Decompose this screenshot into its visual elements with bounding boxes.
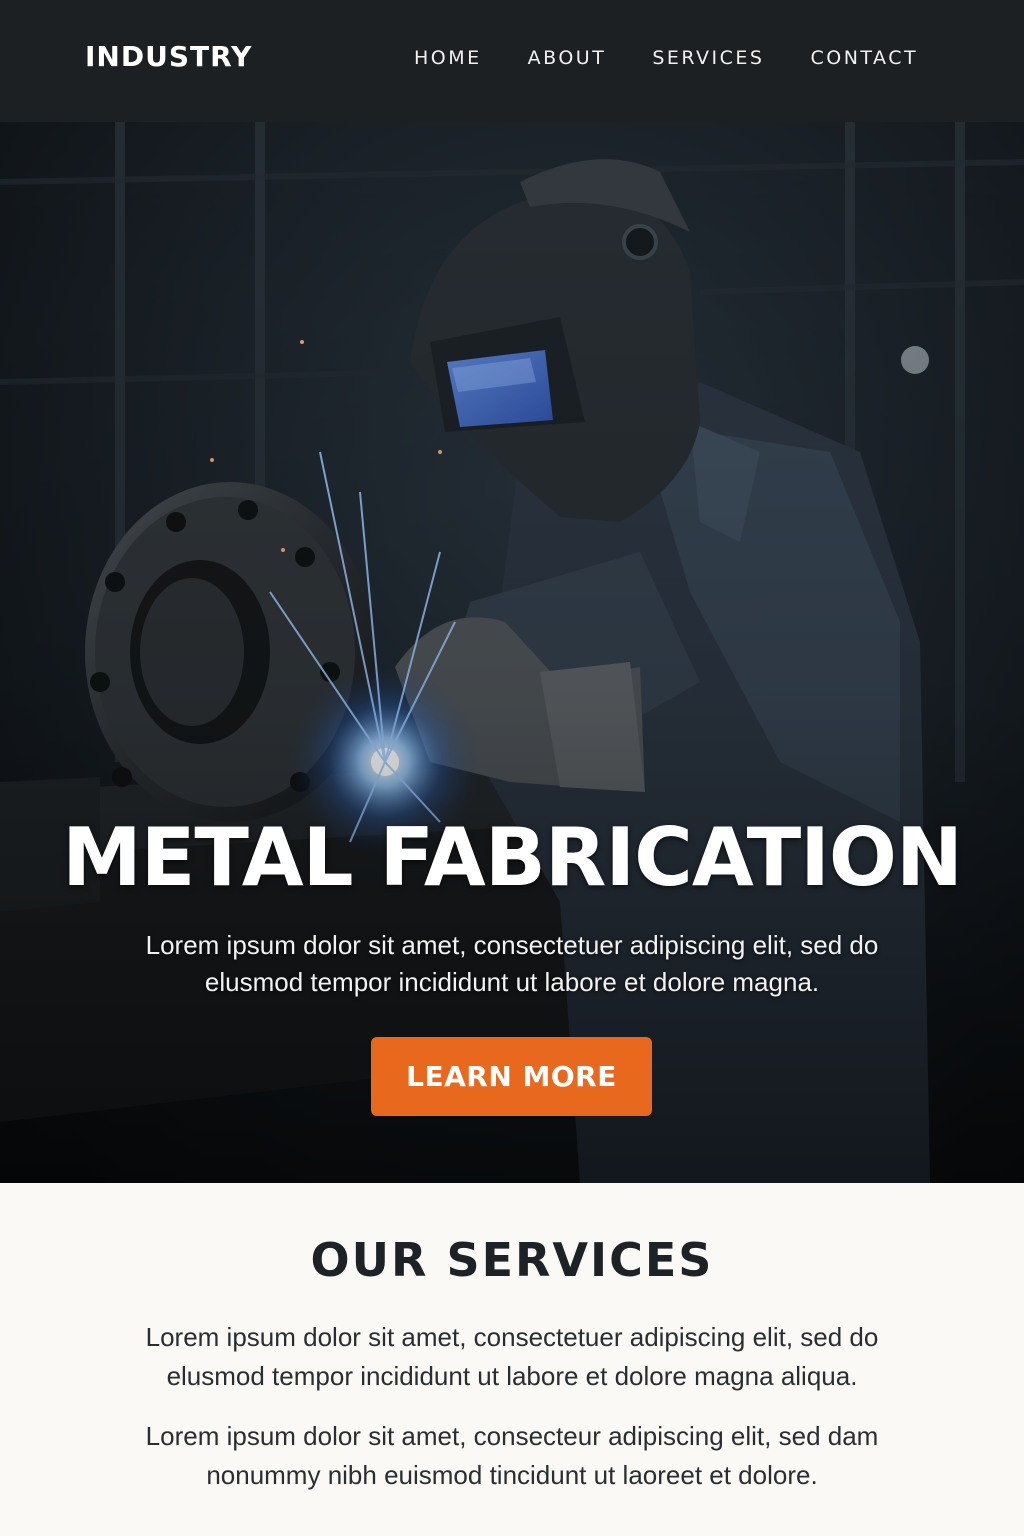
hero-welder-image [0, 122, 1024, 1183]
nav-contact-link[interactable]: CONTACT [810, 47, 918, 69]
services-title: OUR SERVICES [310, 1233, 714, 1287]
services-paragraph: Lorem ipsum dolor sit amet, consectetuer… [145, 1322, 879, 1391]
nav-services-link[interactable]: SERVICES [652, 47, 764, 69]
site-logo[interactable]: INDUSTRY [85, 40, 252, 73]
nav-about-link[interactable]: ABOUT [528, 47, 607, 69]
hero-section: METAL FABRICATION Lorem ipsum dolor sit … [0, 122, 1024, 1183]
nav-home-link[interactable]: HOME [414, 47, 482, 69]
learn-more-button[interactable]: LEARN MORE [371, 1037, 652, 1116]
hero-subtitle: Lorem ipsum dolor sit amet, consectetuer… [145, 930, 879, 997]
hero-title: METAL FABRICATION [62, 811, 963, 904]
services-section: OUR SERVICES Lorem ipsum dolor sit amet,… [0, 1183, 1024, 1536]
services-paragraph: Lorem ipsum dolor sit amet, consecteur a… [145, 1421, 879, 1490]
main-nav: HOME ABOUT SERVICES CONTACT [414, 47, 918, 69]
top-navbar: INDUSTRY HOME ABOUT SERVICES CONTACT [0, 0, 1024, 122]
